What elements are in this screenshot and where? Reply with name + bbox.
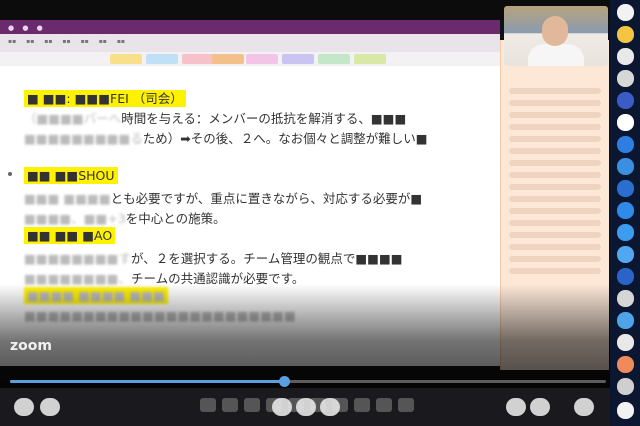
panel-row — [509, 88, 601, 94]
dock-app-icon[interactable] — [617, 356, 634, 373]
participant-shirt — [528, 44, 584, 66]
dock-app-icon[interactable] — [617, 312, 634, 329]
section-tab[interactable] — [110, 54, 142, 64]
section-tab[interactable] — [282, 54, 314, 64]
note-text: が、２を選択する。チーム管理の観点で■■■■ — [130, 251, 403, 266]
dock-app-icon[interactable] — [617, 92, 634, 109]
panel-row — [509, 136, 601, 142]
dock-app-icon[interactable] — [617, 290, 634, 307]
panel-row — [509, 124, 601, 130]
dock-app-icon[interactable] — [617, 246, 634, 263]
dock-app-icon[interactable] — [617, 158, 634, 175]
panel-row — [509, 244, 601, 250]
dock-app-icon[interactable] — [617, 402, 634, 419]
ribbon-item[interactable]: ▪▪ — [81, 38, 89, 45]
section-tab[interactable] — [246, 54, 278, 64]
dock-app-icon[interactable] — [617, 180, 634, 197]
panel-row — [509, 112, 601, 118]
app-dock — [610, 0, 640, 426]
dock-app-icon[interactable] — [617, 268, 634, 285]
panel-row — [509, 220, 601, 226]
note-line: ■■■■、■■+3を中心との施策。 — [24, 208, 226, 227]
panel-row — [509, 148, 601, 154]
section-tab-bar — [0, 52, 500, 66]
note-text: を中心との施策。 — [125, 211, 226, 226]
dock-app-icon[interactable] — [617, 202, 634, 219]
note-line: ■■■■■■■■■るため）➡その後、２へ。なお個々と調整が難しい■ — [24, 128, 428, 147]
note-line: ■ ■■: ■■■FEI （司会） — [24, 88, 186, 107]
zoom-logo: zoom — [10, 338, 52, 354]
section-tab[interactable] — [212, 54, 244, 64]
more-button[interactable] — [574, 398, 594, 416]
dock-app-icon[interactable] — [617, 378, 634, 395]
volume-button[interactable] — [40, 398, 60, 416]
participant-video[interactable] — [504, 6, 608, 66]
chat-button[interactable] — [530, 398, 550, 416]
rewind-button[interactable] — [272, 398, 292, 416]
participant-face — [542, 16, 568, 46]
note-line: ■■■■■■■■すが、２を選択する。チーム管理の観点で■■■■ — [24, 248, 403, 267]
taskbar-app-icon[interactable] — [200, 398, 216, 412]
note-line: ■■ ■■SHOU — [24, 167, 118, 184]
note-line: （■■■■バーへ時間を与える：メンバーの抵抗を解消する、■■■ — [24, 108, 406, 127]
progress-fill — [10, 380, 285, 383]
blurred-text: ■■■ ■■■■ — [24, 191, 111, 206]
blurred-text: ■■■■■■■■■る — [24, 131, 143, 146]
note-text: ため）➡その後、２へ。なお個々と調整が難しい■ — [142, 131, 428, 146]
play-button[interactable] — [14, 398, 34, 416]
dock-app-icon[interactable] — [617, 4, 634, 21]
dock-app-icon[interactable] — [617, 114, 634, 131]
highlighted-heading: ■■ ■■ ■AO — [24, 227, 116, 244]
note-text: 時間を与える：メンバーの抵抗を解消する、■■■ — [121, 111, 407, 126]
section-tab[interactable] — [354, 54, 386, 64]
settings-button[interactable] — [320, 398, 340, 416]
taskbar-app-icon[interactable] — [398, 398, 414, 412]
section-tab[interactable] — [182, 54, 214, 64]
panel-row — [509, 100, 601, 106]
panel-row — [509, 196, 601, 202]
dock-app-icon[interactable] — [617, 136, 634, 153]
dock-app-icon[interactable] — [617, 48, 634, 65]
panel-row — [509, 172, 601, 178]
taskbar-app-icon[interactable] — [244, 398, 260, 412]
ribbon-item[interactable]: ▪▪ — [99, 38, 107, 45]
dock-app-icon[interactable] — [617, 224, 634, 241]
ribbon-item[interactable]: ▪▪ — [44, 38, 52, 45]
dock-app-icon[interactable] — [617, 70, 634, 87]
ribbon-item[interactable]: ▪▪ — [8, 38, 16, 45]
highlighted-heading: ■ ■■: ■■■FEI （司会） — [24, 90, 186, 107]
highlighted-heading: ■■ ■■SHOU — [24, 167, 118, 184]
panel-row — [509, 184, 601, 190]
ribbon: ▪▪ ▪▪ ▪▪ ▪▪ ▪▪ ▪▪ ▪▪ — [0, 34, 500, 52]
taskbar-app-icon[interactable] — [222, 398, 238, 412]
panel-row — [509, 232, 601, 238]
title-bar-controls[interactable]: ● ● ● — [8, 24, 46, 32]
panel-row — [509, 256, 601, 262]
share-button[interactable] — [506, 398, 526, 416]
taskbar-app-icon[interactable] — [376, 398, 392, 412]
ribbon-item[interactable]: ▪▪ — [117, 38, 125, 45]
ribbon-menu: ▪▪ ▪▪ ▪▪ ▪▪ ▪▪ ▪▪ ▪▪ — [8, 38, 125, 45]
panel-row — [509, 208, 601, 214]
dock-app-icon[interactable] — [617, 334, 634, 351]
dock-app-icon[interactable] — [617, 26, 634, 43]
panel-row — [509, 268, 601, 274]
blurred-text: （■■■■バーへ — [24, 111, 122, 126]
app-title-bar: ● ● ● — [0, 20, 500, 34]
fullscreen-button[interactable] — [296, 398, 316, 416]
blurred-text: ■■■■、■■+3 — [24, 211, 126, 226]
ribbon-item[interactable]: ▪▪ — [26, 38, 34, 45]
panel-row — [509, 160, 601, 166]
note-line: ■■ ■■ ■AO — [24, 227, 116, 244]
note-text: とも必要ですが、重点に置きながら、対応する必要が■ — [110, 191, 423, 206]
taskbar-app-icon[interactable] — [354, 398, 370, 412]
section-tab[interactable] — [318, 54, 350, 64]
ribbon-item[interactable]: ▪▪ — [62, 38, 70, 45]
bullet-icon — [8, 172, 12, 176]
section-tab[interactable] — [146, 54, 178, 64]
note-line: ■■■ ■■■■とも必要ですが、重点に置きながら、対応する必要が■ — [24, 188, 422, 207]
blurred-text: ■■■■■■■■す — [24, 251, 131, 266]
